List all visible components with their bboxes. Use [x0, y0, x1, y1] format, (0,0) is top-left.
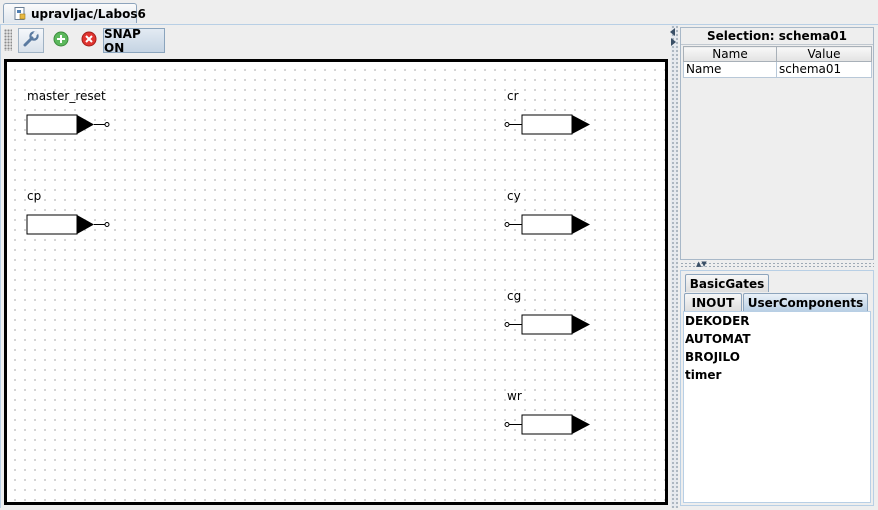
port-label: cr	[507, 89, 519, 103]
output-port-cg[interactable]: cg	[504, 289, 590, 335]
add-component-button[interactable]	[48, 28, 74, 53]
document-tab[interactable]: upravljac/Labos6	[3, 3, 146, 23]
output-port-cy[interactable]: cy	[504, 189, 590, 235]
component-palette: BasicGates INOUT UserComponents DEKODER …	[680, 270, 874, 506]
output-port-cr[interactable]: cr	[504, 89, 590, 135]
property-value-cell[interactable]: schema01	[776, 61, 872, 78]
editor-toolbar: SNAP ON	[1, 25, 671, 55]
snap-toggle-button[interactable]: SNAP ON	[103, 27, 165, 55]
vertical-splitter[interactable]	[671, 25, 678, 508]
properties-panel: Selection: schema01 Name Value Name sche…	[680, 27, 874, 260]
tab-inout[interactable]: INOUT	[684, 293, 742, 311]
toolbar-grip[interactable]	[4, 29, 12, 51]
input-port-cp[interactable]: cp	[26, 189, 110, 235]
schematic-canvas[interactable]: master_reset cp cr cy cg wr	[4, 59, 668, 505]
properties-tool-button[interactable]	[18, 28, 44, 53]
port-label: cp	[27, 189, 41, 203]
document-tab-label: upravljac/Labos6	[31, 6, 146, 21]
list-item[interactable]: AUTOMAT	[684, 330, 870, 348]
output-port-wr[interactable]: wr	[504, 389, 590, 435]
port-label: cg	[507, 289, 521, 303]
port-label: wr	[507, 389, 522, 403]
input-port-master-reset[interactable]: master_reset	[26, 89, 110, 135]
document-tab-strip: upravljac/Labos6	[0, 0, 878, 25]
list-item[interactable]: DEKODER	[684, 312, 870, 330]
user-components-list: DEKODER AUTOMAT BROJILO timer	[683, 311, 871, 503]
split-collapse-arrows-icon[interactable]	[669, 27, 677, 47]
wrench-icon	[22, 30, 40, 51]
properties-table: Name Value Name schema01	[683, 46, 872, 78]
column-header-value[interactable]: Value	[776, 46, 872, 62]
schematic-editor: SNAP ON master_reset cp cr cy cg wr	[0, 25, 672, 508]
add-circle-icon	[53, 31, 69, 50]
table-row[interactable]: Name schema01	[683, 61, 872, 78]
list-item[interactable]: timer	[684, 366, 870, 384]
schematic-document-icon	[14, 7, 27, 20]
list-item[interactable]: BROJILO	[684, 348, 870, 366]
port-label: master_reset	[27, 89, 106, 103]
schematic-drawing: master_reset cp cr cy cg wr	[26, 89, 590, 435]
tab-basic-gates[interactable]: BasicGates	[685, 274, 769, 292]
port-label: cy	[507, 189, 521, 203]
split-arrows-icon[interactable]: ▲▼	[696, 261, 707, 268]
horizontal-splitter[interactable]: ▲▼	[680, 261, 874, 268]
properties-title: Selection: schema01	[681, 28, 873, 45]
delete-circle-icon	[81, 31, 97, 50]
column-header-name[interactable]: Name	[683, 46, 777, 62]
tab-user-components[interactable]: UserComponents	[743, 293, 868, 311]
remove-component-button[interactable]	[76, 28, 102, 53]
property-name-cell: Name	[683, 61, 777, 78]
